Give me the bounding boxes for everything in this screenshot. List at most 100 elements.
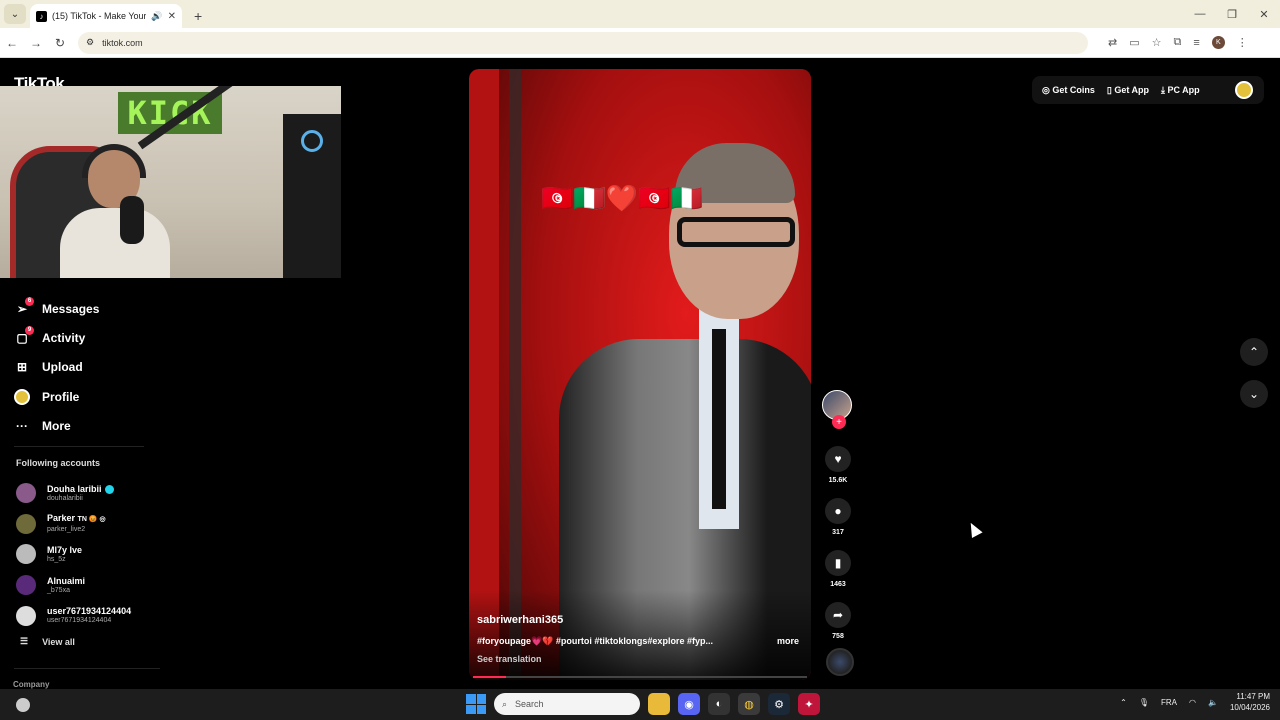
site-info-icon[interactable]: ⚙ bbox=[86, 37, 94, 48]
bookmark-icon: ▮ bbox=[825, 550, 851, 576]
next-video-button[interactable]: ⌄ bbox=[1240, 380, 1268, 408]
wifi-icon[interactable]: ◠ bbox=[1189, 698, 1196, 707]
pc-app-button[interactable]: ⤓ PC App bbox=[1161, 85, 1200, 96]
video-progress-fill bbox=[473, 676, 507, 678]
file-explorer-icon[interactable] bbox=[648, 693, 670, 715]
share-icon: ➦ bbox=[825, 602, 851, 628]
tab-search-button[interactable]: ⌄ bbox=[4, 4, 26, 24]
avatar bbox=[16, 605, 36, 626]
inbox-icon: ▢ 9 bbox=[14, 325, 34, 346]
verified-icon bbox=[104, 484, 114, 494]
account-name: Douha laribii bbox=[47, 483, 102, 494]
account-name: user7671934124404 bbox=[47, 606, 132, 617]
language-indicator[interactable]: FRA bbox=[1161, 698, 1177, 707]
video-username[interactable]: sabriwerhani365 bbox=[477, 614, 563, 626]
account-name: Alnuaimi bbox=[47, 575, 86, 586]
chrome-icon[interactable]: ◍ bbox=[738, 693, 760, 715]
url-field[interactable]: ⚙ tiktok.com bbox=[78, 31, 1088, 54]
creator-avatar[interactable]: + bbox=[822, 390, 852, 429]
start-button[interactable] bbox=[466, 694, 486, 714]
maximize-button[interactable]: ❐ bbox=[1216, 0, 1248, 28]
see-translation-button[interactable]: See translation bbox=[477, 654, 542, 664]
account-avatar[interactable]: K bbox=[1211, 36, 1225, 49]
list-item[interactable]: user7671934124404 user7671934124404 bbox=[16, 600, 166, 631]
bookmark-star-icon[interactable]: ☆ bbox=[1152, 36, 1162, 49]
webcam-overlay: KICK bbox=[0, 86, 341, 278]
company-link[interactable]: Company bbox=[13, 680, 49, 689]
volume-icon[interactable]: 🔈 bbox=[1208, 698, 1218, 707]
get-coins-button[interactable]: ◎ Get Coins bbox=[1042, 85, 1095, 96]
music-disc-icon[interactable] bbox=[826, 648, 854, 676]
app-icon[interactable]: ✦ bbox=[798, 693, 820, 715]
get-app-label: Get App bbox=[1114, 84, 1149, 95]
previous-video-button[interactable]: ⌃ bbox=[1240, 338, 1268, 366]
media-icon[interactable]: ≡ bbox=[1193, 37, 1199, 49]
translate-icon[interactable]: ⇄ bbox=[1108, 36, 1117, 49]
reload-button[interactable]: ↻ bbox=[48, 36, 72, 50]
taskbar-search[interactable]: ⌕ Search bbox=[494, 693, 640, 715]
microphone-icon[interactable]: 🎙 bbox=[1139, 698, 1149, 707]
list-item[interactable]: Parker TN 😡 ◎ parker_live2 bbox=[16, 509, 166, 540]
view-all-button[interactable]: ☰ View all bbox=[20, 636, 75, 647]
more-button[interactable]: more bbox=[777, 636, 799, 646]
account-handle: parker_live2 bbox=[47, 526, 86, 534]
windows-taskbar: ⌕ Search ◉ ◐ ◍ ⚙ ✦ ⌃ 🎙 FRA ◠ 🔈 11:47 PM … bbox=[0, 689, 1280, 720]
list-item[interactable]: Douha laribii douhalaribii bbox=[16, 478, 166, 509]
close-tab-icon[interactable]: ✕ bbox=[168, 11, 176, 22]
plus-square-icon: ⊞ bbox=[16, 360, 28, 375]
video-player[interactable]: 🇹🇳🇮🇹❤️🇹🇳🇮🇹 bbox=[469, 69, 811, 680]
obs-icon[interactable]: ◐ bbox=[708, 693, 730, 715]
search-icon: ⌕ bbox=[502, 698, 508, 709]
list-item[interactable]: Ml7y lve hs_5z bbox=[16, 539, 166, 570]
sidebar-item-messages[interactable]: ➢ 6 Messages bbox=[14, 294, 154, 323]
action-bar: + ♥ 15.6K ● 317 ▮ 1463 ➦ 758 bbox=[822, 390, 854, 640]
back-button[interactable]: ← bbox=[0, 36, 24, 50]
tray-expand-icon[interactable]: ⌃ bbox=[1120, 698, 1127, 707]
get-app-button[interactable]: ▯ Get App bbox=[1107, 85, 1149, 96]
send-icon: ➢ 6 bbox=[14, 296, 34, 317]
save-button[interactable]: ▮ 1463 bbox=[822, 550, 854, 588]
sidebar-item-activity[interactable]: ▢ 9 Activity bbox=[14, 323, 154, 352]
close-window-button[interactable]: ✕ bbox=[1248, 0, 1280, 28]
list-item[interactable]: Alnuaimi _b75xa bbox=[16, 570, 166, 601]
following-list: Douha laribii douhalaribii Parker TN 😡 ◎… bbox=[16, 478, 166, 631]
browser-tab[interactable]: ♪ (15) TikTok - Make Your Day 🔊 ✕ bbox=[30, 4, 182, 28]
extensions-icon[interactable]: ⧉ bbox=[1174, 36, 1182, 49]
top-right-menu: ◎ Get Coins ▯ Get App ⤓ PC App bbox=[1032, 76, 1264, 104]
avatar bbox=[16, 544, 36, 565]
comment-count: 317 bbox=[832, 529, 844, 536]
sidebar-item-profile[interactable]: Profile bbox=[14, 382, 154, 411]
like-count: 15.6K bbox=[828, 477, 848, 484]
new-tab-button[interactable]: + bbox=[194, 8, 202, 24]
sidebar-item-label: Messages bbox=[42, 301, 100, 316]
follow-plus-icon[interactable]: + bbox=[832, 415, 846, 429]
speaker-icon[interactable]: 🔊 bbox=[151, 11, 162, 22]
window-controls: — ❐ ✕ bbox=[1184, 0, 1280, 28]
like-button[interactable]: ♥ 15.6K bbox=[822, 446, 854, 484]
cast-icon[interactable]: ▭ bbox=[1129, 36, 1139, 49]
profile-avatar[interactable] bbox=[1235, 81, 1253, 99]
share-button[interactable]: ➦ 758 bbox=[822, 602, 854, 640]
save-count: 1463 bbox=[830, 581, 846, 588]
minimize-button[interactable]: — bbox=[1184, 0, 1216, 28]
steam-icon[interactable]: ⚙ bbox=[768, 693, 790, 715]
clock[interactable]: 11:47 PM 10/04/2026 bbox=[1230, 691, 1270, 713]
profile-avatar-icon bbox=[14, 388, 30, 405]
activity-badge: 9 bbox=[25, 325, 34, 335]
weather-icon[interactable] bbox=[16, 697, 30, 712]
sidebar-item-upload[interactable]: ⊞ Upload bbox=[14, 353, 154, 382]
discord-icon[interactable]: ◉ bbox=[678, 693, 700, 715]
sidebar-item-more[interactable]: ··· More bbox=[14, 411, 154, 440]
video-progress-bar[interactable] bbox=[473, 676, 807, 678]
menu-icon[interactable]: ⋮ bbox=[1237, 36, 1248, 49]
clock-date: 10/04/2026 bbox=[1229, 703, 1270, 712]
account-handle: user7671934124404 bbox=[47, 617, 112, 625]
forward-button[interactable]: → bbox=[24, 36, 48, 50]
pc-case bbox=[283, 114, 341, 278]
comment-button[interactable]: ● 317 bbox=[822, 498, 854, 536]
account-name: Ml7y lve bbox=[47, 544, 83, 555]
view-all-label: View all bbox=[42, 636, 75, 647]
account-handle: douhalaribii bbox=[47, 494, 83, 502]
heart-icon: ♥ bbox=[825, 446, 851, 472]
toolbar-icons: ⇄ ▭ ☆ ⧉ ≡ K ⋮ bbox=[1108, 36, 1248, 49]
